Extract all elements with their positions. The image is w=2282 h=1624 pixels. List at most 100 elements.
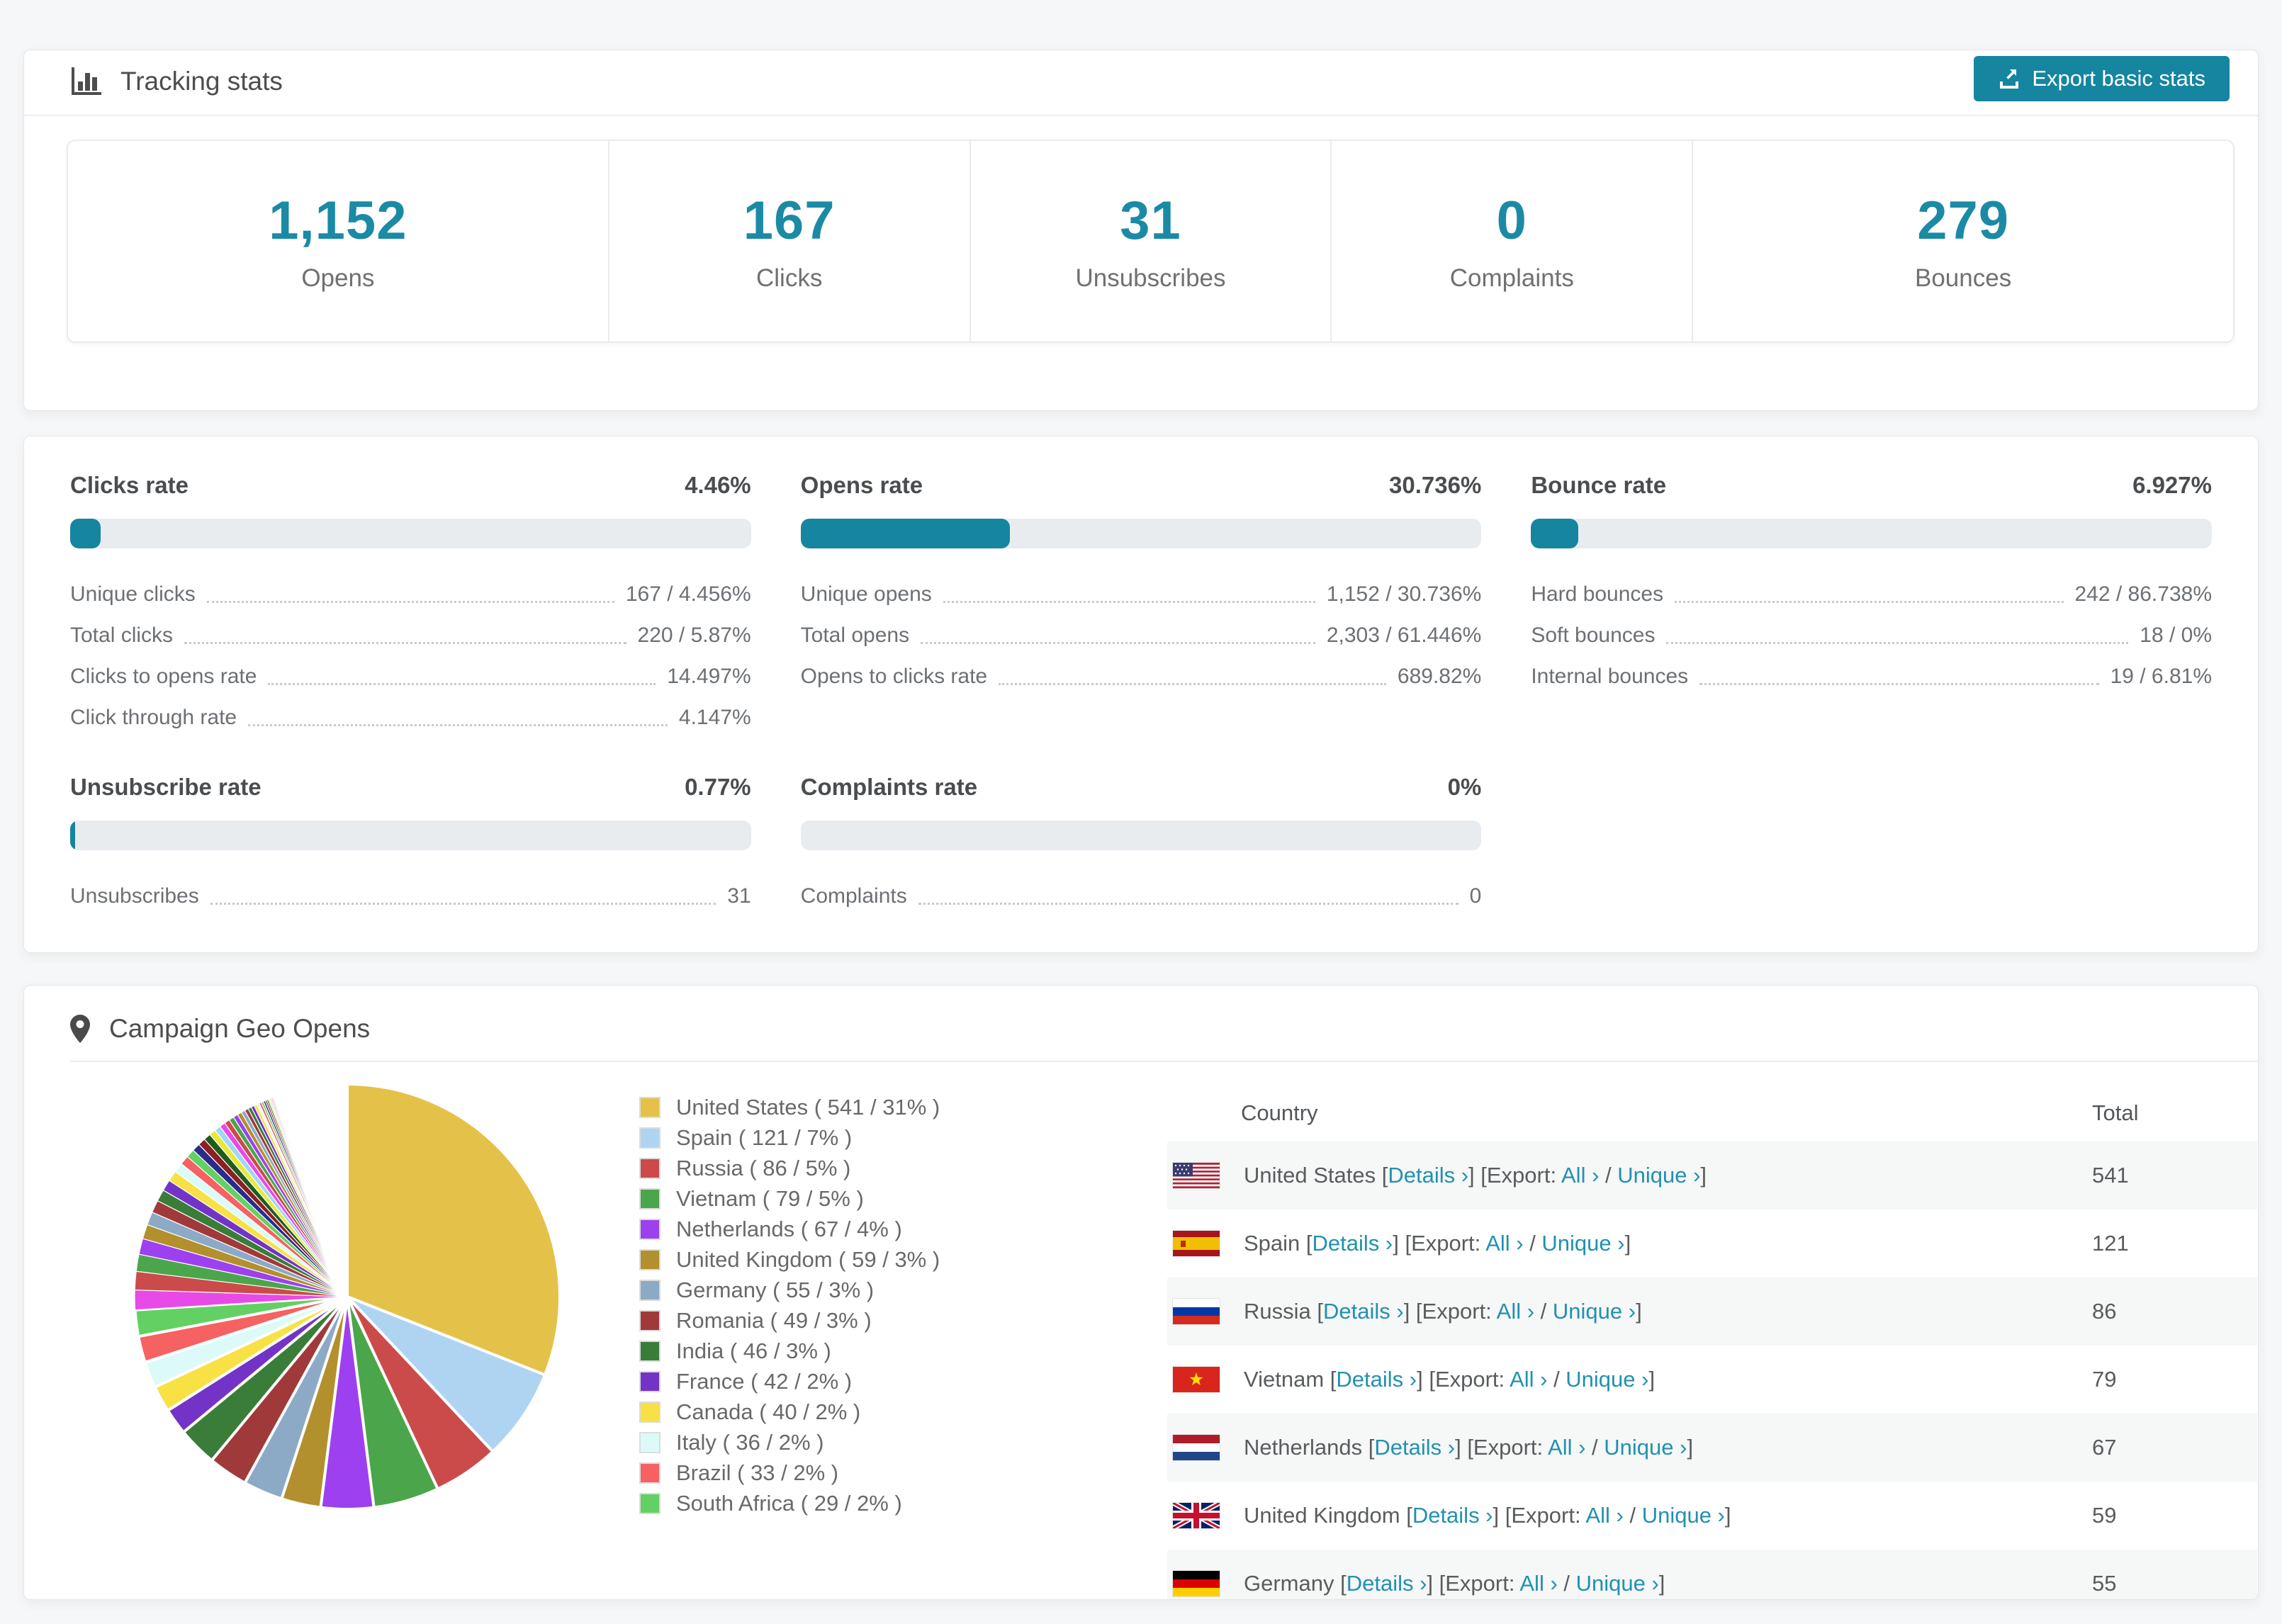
stat-box-clicks: 167 Clicks bbox=[609, 141, 971, 342]
legend-swatch bbox=[639, 1279, 661, 1301]
export-unique-link[interactable]: Unique › bbox=[1617, 1163, 1700, 1188]
flag-vietnam-icon bbox=[1172, 1366, 1220, 1393]
details-link[interactable]: Details › bbox=[1412, 1503, 1493, 1528]
stat-box-unsubscribes: 31 Unsubscribes bbox=[971, 141, 1332, 342]
export-basic-stats-button[interactable]: Export basic stats bbox=[1974, 56, 2230, 101]
table-row-vietnam: Vietnam [Details ›] [Export: All › / Uni… bbox=[1167, 1346, 2257, 1414]
legend-item: Russia ( 86 / 5% ) bbox=[639, 1153, 940, 1183]
rate-value: 30.736% bbox=[1389, 472, 1482, 498]
flag-united-states-icon bbox=[1172, 1162, 1220, 1189]
flag-united-kingdom-icon bbox=[1172, 1502, 1220, 1529]
export-all-link[interactable]: All › bbox=[1548, 1435, 1585, 1460]
stats-summary-strip: 1,152 Opens 167 Clicks 31 Unsubscribes 0… bbox=[67, 140, 2235, 343]
table-row-spain: Spain [Details ›] [Export: All › / Uniqu… bbox=[1167, 1209, 2257, 1278]
details-link[interactable]: Details › bbox=[1336, 1367, 1417, 1392]
geo-pie-chart[interactable] bbox=[130, 1080, 564, 1513]
legend-swatch bbox=[639, 1492, 661, 1514]
export-unique-link[interactable]: Unique › bbox=[1553, 1299, 1636, 1324]
flag-spain-icon bbox=[1172, 1230, 1220, 1257]
legend-item: France ( 42 / 2% ) bbox=[639, 1366, 940, 1397]
rate-detail-row: Unsubscribes 31 bbox=[70, 884, 751, 908]
export-all-link[interactable]: All › bbox=[1585, 1503, 1623, 1528]
export-all-link[interactable]: All › bbox=[1510, 1367, 1547, 1392]
dotted-leader bbox=[999, 682, 1386, 685]
legend-item: Italy ( 36 / 2% ) bbox=[639, 1427, 940, 1457]
progress-fill bbox=[800, 519, 1010, 548]
country-cell: United States [Details ›] [Export: All ›… bbox=[1244, 1163, 1707, 1188]
geo-header: Campaign Geo Opens bbox=[69, 1014, 370, 1044]
stat-label: Unsubscribes bbox=[1075, 264, 1226, 292]
legend-item: India ( 46 / 3% ) bbox=[639, 1336, 940, 1366]
details-link[interactable]: Details › bbox=[1347, 1571, 1427, 1596]
geo-divider bbox=[70, 1061, 2258, 1062]
export-all-link[interactable]: All › bbox=[1561, 1163, 1599, 1188]
bounce-rate-block: Bounce rate 6.927% Hard bounces 242 / 86.… bbox=[1531, 472, 2212, 738]
rates-card: Clicks rate 4.46% Unique clicks 167 / 4.4… bbox=[23, 436, 2259, 953]
progress-fill bbox=[70, 821, 76, 850]
complaints-rate-block: Complaints rate 0% Complaints 0 bbox=[800, 774, 1482, 917]
legend-item: Germany ( 55 / 3% ) bbox=[639, 1275, 940, 1305]
tracking-stats-header: Tracking stats bbox=[69, 66, 283, 97]
unsubscribe-rate-block: Unsubscribe rate 0.77% Unsubscribes 31 bbox=[70, 774, 751, 917]
legend-item: Spain ( 121 / 7% ) bbox=[639, 1122, 940, 1153]
total-column-header: Total bbox=[2092, 1100, 2139, 1125]
flag-russia-icon bbox=[1172, 1298, 1220, 1325]
export-unique-link[interactable]: Unique › bbox=[1604, 1435, 1687, 1460]
legend-item: Canada ( 40 / 2% ) bbox=[639, 1397, 940, 1427]
rate-title: Clicks rate bbox=[70, 472, 189, 498]
bar-chart-icon bbox=[72, 67, 101, 95]
stat-value: 1,152 bbox=[269, 191, 408, 251]
legend-swatch bbox=[639, 1431, 661, 1453]
geo-title: Campaign Geo Opens bbox=[109, 1014, 371, 1043]
export-unique-link[interactable]: Unique › bbox=[1642, 1503, 1725, 1528]
export-unique-link[interactable]: Unique › bbox=[1541, 1231, 1624, 1256]
dotted-leader bbox=[921, 641, 1315, 644]
rate-detail-row: Total opens 2,303 / 61.446% bbox=[800, 624, 1482, 647]
rate-detail-row: Soft bounces 18 / 0% bbox=[1531, 624, 2212, 647]
dotted-leader bbox=[184, 641, 626, 644]
export-unique-link[interactable]: Unique › bbox=[1576, 1571, 1659, 1596]
table-row-russia: Russia [Details ›] [Export: All › / Uniq… bbox=[1167, 1278, 2257, 1346]
progress-fill bbox=[1531, 519, 1578, 548]
campaign-geo-opens-card: Campaign Geo Opens United States ( 541 /… bbox=[23, 985, 2259, 1600]
legend-swatch bbox=[639, 1340, 661, 1362]
total-cell: 59 bbox=[2092, 1503, 2117, 1528]
rate-detail-row: Internal bounces 19 / 6.81% bbox=[1531, 665, 2212, 688]
rate-value: 0.77% bbox=[685, 774, 751, 800]
header-divider bbox=[24, 115, 2258, 116]
rate-value: 4.46% bbox=[685, 472, 751, 498]
country-cell: Germany [Details ›] [Export: All › / Uni… bbox=[1244, 1571, 1665, 1596]
legend-item: Netherlands ( 67 / 4% ) bbox=[639, 1214, 940, 1244]
export-unique-link[interactable]: Unique › bbox=[1566, 1367, 1648, 1392]
dotted-leader bbox=[206, 600, 614, 603]
stat-label: Bounces bbox=[1915, 264, 2012, 292]
legend-swatch bbox=[639, 1309, 661, 1331]
table-row-germany: Germany [Details ›] [Export: All › / Uni… bbox=[1167, 1550, 2257, 1599]
details-link[interactable]: Details › bbox=[1374, 1435, 1455, 1460]
details-link[interactable]: Details › bbox=[1323, 1299, 1404, 1324]
legend-item: South Africa ( 29 / 2% ) bbox=[639, 1488, 940, 1518]
table-row-united-kingdom: United Kingdom [Details ›] [Export: All … bbox=[1167, 1482, 2257, 1550]
progress-bar bbox=[1531, 519, 2212, 548]
legend-swatch bbox=[639, 1248, 661, 1270]
details-link[interactable]: Details › bbox=[1388, 1163, 1468, 1188]
progress-bar bbox=[70, 519, 751, 548]
tracking-stats-page: { "accent": "#1585a0", "tracking": { "ti… bbox=[0, 0, 2282, 1624]
pie-legend: United States ( 541 / 31% ) Spain ( 121 … bbox=[639, 1092, 940, 1518]
progress-fill bbox=[70, 519, 101, 548]
rate-value: 0% bbox=[1447, 774, 1482, 800]
rate-title: Opens rate bbox=[800, 472, 923, 498]
details-link[interactable]: Details › bbox=[1313, 1231, 1393, 1256]
stat-box-complaints: 0 Complaints bbox=[1332, 141, 1694, 342]
rate-value: 6.927% bbox=[2132, 472, 2212, 498]
rate-detail-row: Total clicks 220 / 5.87% bbox=[70, 624, 751, 647]
legend-item: Brazil ( 33 / 2% ) bbox=[639, 1457, 940, 1488]
total-cell: 55 bbox=[2092, 1571, 2117, 1596]
dotted-leader bbox=[943, 600, 1315, 603]
rate-detail-row: Complaints 0 bbox=[800, 884, 1482, 908]
export-all-link[interactable]: All › bbox=[1497, 1299, 1534, 1324]
export-all-link[interactable]: All › bbox=[1485, 1231, 1523, 1256]
export-all-link[interactable]: All › bbox=[1519, 1571, 1557, 1596]
flag-germany-icon bbox=[1172, 1570, 1220, 1597]
stat-label: Opens bbox=[301, 264, 375, 292]
